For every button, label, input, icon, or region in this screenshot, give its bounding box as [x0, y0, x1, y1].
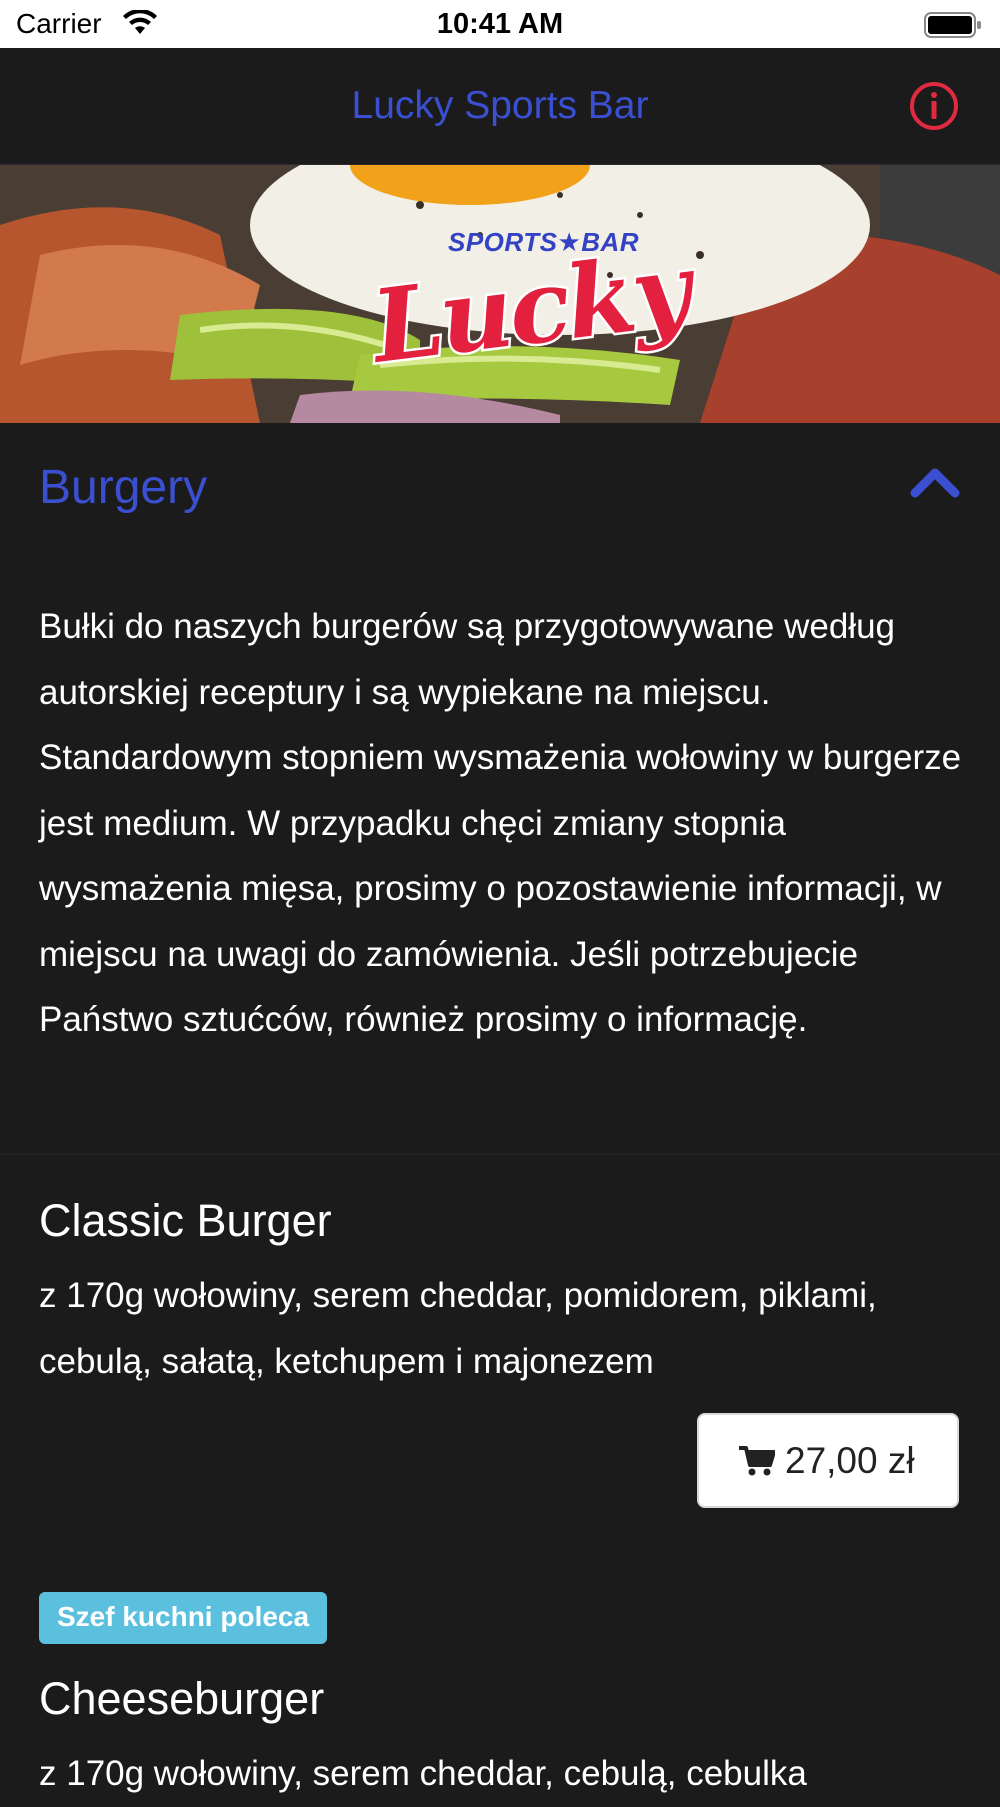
status-bar: Carrier 10:41 AM: [0, 0, 1000, 48]
chef-recommends-badge: Szef kuchni poleca: [39, 1592, 328, 1644]
hero-banner: SPORTS★BAR Lucky: [0, 165, 1000, 423]
category-header[interactable]: Burgery: [0, 424, 1000, 554]
item-description: z 170g wołowiny, serem cheddar, cebulą, …: [39, 1754, 807, 1793]
item-name: Cheeseburger: [39, 1673, 325, 1724]
page-title: Lucky Sports Bar: [351, 84, 649, 127]
item-price: 27,00 zł: [785, 1440, 915, 1481]
divider: [0, 1154, 1000, 1155]
info-circle-icon[interactable]: [908, 80, 960, 132]
item-name: Classic Burger: [39, 1195, 332, 1246]
status-time: 10:41 AM: [436, 8, 564, 40]
chevron-up-icon[interactable]: [910, 466, 960, 498]
battery-icon: [924, 12, 981, 38]
cart-icon: [739, 1446, 775, 1476]
category-description: Bułki do naszych burgerów są przygotowyw…: [39, 607, 962, 1039]
item-description: z 170g wołowiny, serem cheddar, pomidore…: [39, 1276, 877, 1381]
category-title: Burgery: [39, 461, 208, 514]
add-to-cart-button[interactable]: 27,00 zł: [697, 1413, 959, 1508]
nav-bar: Lucky Sports Bar: [0, 48, 1000, 165]
